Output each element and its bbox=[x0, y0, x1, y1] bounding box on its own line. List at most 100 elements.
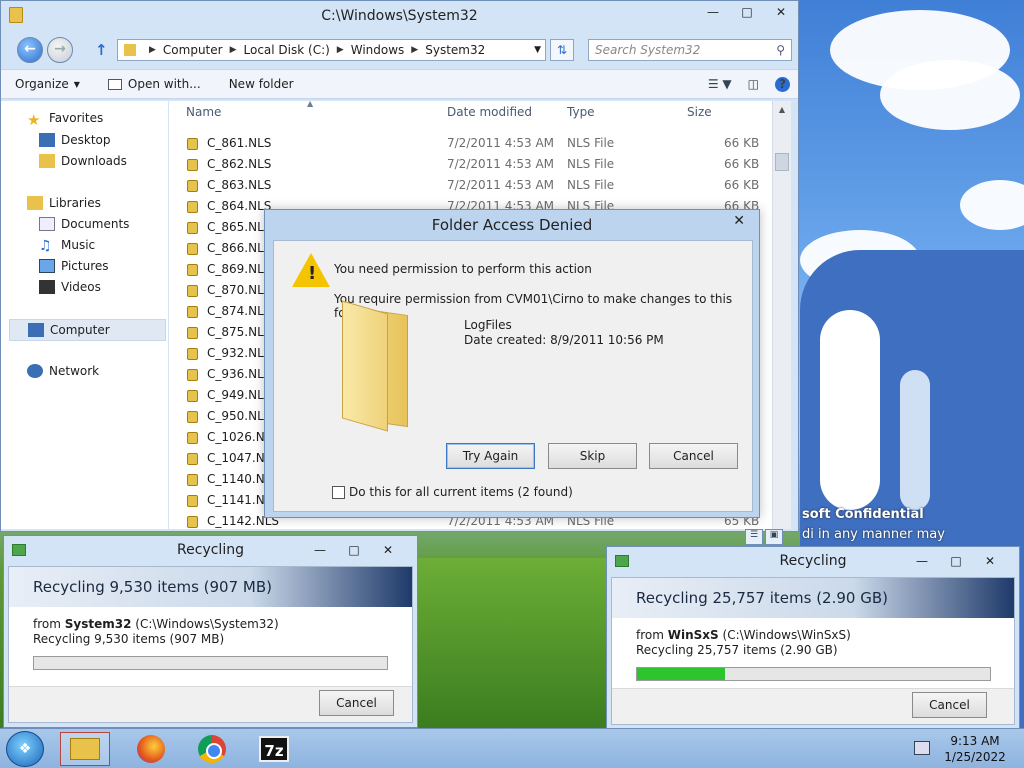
lock-file-icon bbox=[187, 264, 198, 276]
lock-file-icon bbox=[187, 222, 198, 234]
nav-favorites[interactable]: ★ Favorites bbox=[27, 111, 103, 129]
file-name: C_949.NLS bbox=[207, 388, 272, 402]
lock-file-icon bbox=[187, 327, 198, 339]
up-folder-button[interactable]: ↑ bbox=[95, 41, 108, 59]
search-placeholder: Search System32 bbox=[595, 43, 701, 57]
recycling-window-system32[interactable]: Recycling — □ ✕ Recycling 9,530 items (9… bbox=[3, 535, 418, 728]
back-button[interactable]: ← bbox=[17, 37, 43, 63]
minimize-button[interactable]: — bbox=[303, 536, 337, 564]
recycling-window-winsxs[interactable]: Recycling — □ ✕ Recycling 25,757 items (… bbox=[606, 546, 1020, 730]
lock-file-icon bbox=[187, 495, 198, 507]
music-icon: ♫ bbox=[39, 238, 52, 254]
cancel-button[interactable]: Cancel bbox=[649, 443, 738, 469]
lock-file-icon bbox=[187, 453, 198, 465]
maximize-button[interactable]: □ bbox=[730, 1, 764, 23]
file-row[interactable]: C_862.NLS 7/2/2011 4:53 AM NLS File 66 KB bbox=[169, 154, 772, 175]
nav-computer[interactable]: Computer bbox=[9, 319, 166, 341]
chevron-right-icon: ▶ bbox=[336, 45, 344, 55]
column-date-modified[interactable]: Date modified bbox=[447, 105, 532, 119]
nav-network[interactable]: Network bbox=[27, 364, 99, 378]
file-type: NLS File bbox=[567, 136, 615, 150]
scroll-up-icon[interactable]: ▲ bbox=[773, 101, 791, 118]
explorer-titlebar[interactable]: C:\Windows\System32 — □ ✕ bbox=[1, 1, 798, 31]
taskbar-explorer[interactable] bbox=[60, 732, 110, 766]
recycling-status: Recycling 25,757 items (2.90 GB) bbox=[636, 643, 838, 657]
nav-libraries[interactable]: Libraries bbox=[27, 196, 101, 210]
nav-documents[interactable]: Documents bbox=[39, 217, 129, 231]
forward-button[interactable]: → bbox=[47, 37, 73, 63]
recycling-header: Recycling 25,757 items (2.90 GB) bbox=[612, 578, 1014, 618]
close-button[interactable]: ✕ bbox=[764, 1, 798, 23]
skip-button[interactable]: Skip bbox=[548, 443, 637, 469]
taskbar-firefox[interactable] bbox=[126, 732, 176, 766]
help-icon[interactable]: ? bbox=[775, 76, 790, 92]
organize-button[interactable]: Organize ▼ bbox=[1, 77, 94, 91]
taskbar-7zip[interactable]: 7z bbox=[249, 732, 299, 766]
cancel-button[interactable]: Cancel bbox=[319, 690, 394, 716]
breadcrumb-computer[interactable]: Computer bbox=[163, 43, 223, 57]
details-view-icon[interactable]: ☰ bbox=[745, 529, 763, 545]
address-bar[interactable]: ▶ Computer ▶ Local Disk (C:) ▶ Windows ▶ Sys… bbox=[117, 39, 546, 61]
lock-file-icon bbox=[187, 390, 198, 402]
network-icon bbox=[27, 364, 43, 378]
address-row: ← → ↑ ▶ Computer ▶ Local Disk (C:) ▶ Window… bbox=[1, 35, 798, 65]
open-with-button[interactable]: Open with... bbox=[94, 77, 215, 91]
lock-file-icon bbox=[187, 138, 198, 150]
preview-pane-icon[interactable]: ◫ bbox=[748, 77, 759, 91]
large-icons-view-icon[interactable]: ▣ bbox=[765, 529, 783, 545]
nav-desktop[interactable]: Desktop bbox=[39, 133, 111, 147]
search-input[interactable]: Search System32 ⚲ bbox=[588, 39, 792, 61]
taskbar-chrome[interactable] bbox=[187, 732, 237, 766]
windows-logo-icon: ❖ bbox=[18, 741, 32, 757]
column-type[interactable]: Type bbox=[567, 105, 595, 119]
system-clock[interactable]: 9:13 AM 1/25/2022 bbox=[940, 733, 1010, 765]
minimize-button[interactable]: — bbox=[696, 1, 730, 23]
file-row[interactable]: C_863.NLS 7/2/2011 4:53 AM NLS File 66 KB bbox=[169, 175, 772, 196]
desktop-icon bbox=[39, 133, 55, 147]
command-bar: Organize ▼ Open with... New folder ☰ ▼ ◫ … bbox=[1, 69, 798, 99]
column-name[interactable]: Name bbox=[186, 105, 221, 119]
close-button[interactable]: ✕ bbox=[371, 536, 405, 564]
file-name: C_862.NLS bbox=[207, 157, 272, 171]
scroll-thumb[interactable] bbox=[775, 153, 789, 171]
dialog-close-button[interactable]: ✕ bbox=[733, 213, 745, 229]
lock-file-icon bbox=[187, 369, 198, 381]
apply-to-all-checkbox[interactable]: Do this for all current items (2 found) bbox=[332, 485, 573, 499]
column-size[interactable]: Size bbox=[687, 105, 712, 119]
file-row[interactable]: C_861.NLS 7/2/2011 4:53 AM NLS File 66 KB bbox=[169, 133, 772, 154]
close-button[interactable]: ✕ bbox=[973, 547, 1007, 575]
breadcrumb-windows[interactable]: Windows bbox=[351, 43, 405, 57]
folder-access-denied-dialog[interactable]: Folder Access Denied ✕ ! You need permis… bbox=[264, 209, 760, 518]
view-options-icon[interactable]: ☰ ▼ bbox=[708, 77, 732, 91]
nav-videos[interactable]: Videos bbox=[39, 280, 101, 294]
checkbox-label: Do this for all current items (2 found) bbox=[349, 485, 573, 499]
breadcrumb-local-disk[interactable]: Local Disk (C:) bbox=[244, 43, 330, 57]
file-type: NLS File bbox=[567, 178, 615, 192]
lock-file-icon bbox=[187, 348, 198, 360]
lock-file-icon bbox=[187, 411, 198, 423]
minimize-button[interactable]: — bbox=[905, 547, 939, 575]
file-name: C_875.NLS bbox=[207, 325, 272, 339]
action-center-icon[interactable] bbox=[914, 741, 930, 755]
downloads-icon bbox=[39, 154, 55, 168]
nav-pictures[interactable]: Pictures bbox=[39, 259, 109, 273]
nav-downloads[interactable]: Downloads bbox=[39, 154, 127, 168]
nav-music[interactable]: ♫ Music bbox=[39, 238, 95, 254]
breadcrumb-system32[interactable]: System32 bbox=[425, 43, 485, 57]
try-again-button[interactable]: Try Again bbox=[446, 443, 535, 469]
file-date: 7/2/2011 4:53 AM bbox=[447, 157, 555, 171]
new-folder-button[interactable]: New folder bbox=[215, 77, 308, 91]
chevron-right-icon: ▶ bbox=[411, 45, 419, 55]
recycling-header: Recycling 9,530 items (907 MB) bbox=[9, 567, 412, 607]
checkbox-icon[interactable] bbox=[332, 485, 345, 499]
cancel-button[interactable]: Cancel bbox=[912, 692, 987, 718]
file-date: 7/2/2011 4:53 AM bbox=[447, 136, 555, 150]
refresh-button[interactable]: ⇅ bbox=[550, 39, 574, 61]
maximize-button[interactable]: □ bbox=[337, 536, 371, 564]
address-dropdown-icon[interactable]: ▼ bbox=[534, 45, 541, 55]
star-icon: ★ bbox=[27, 111, 41, 129]
clock-time: 9:13 AM bbox=[950, 734, 1000, 748]
start-button[interactable]: ❖ bbox=[6, 731, 44, 767]
vertical-scrollbar[interactable]: ▲ bbox=[772, 101, 791, 529]
maximize-button[interactable]: □ bbox=[939, 547, 973, 575]
